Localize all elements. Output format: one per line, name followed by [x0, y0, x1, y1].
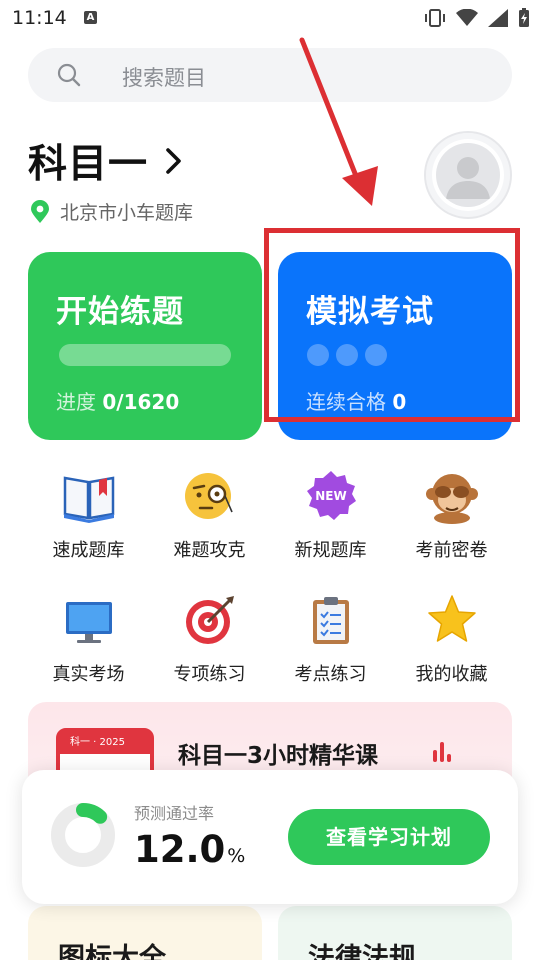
- grid-label: 速成题库: [52, 540, 125, 561]
- pass-rate-unit: %: [227, 845, 246, 867]
- pass-rate-donut: [51, 803, 115, 867]
- search-icon: [57, 63, 81, 87]
- progress-label: 进度: [56, 390, 96, 414]
- clipboard-icon: [312, 597, 349, 644]
- streak-dot: [307, 344, 329, 366]
- progress-value: 0/1620: [102, 390, 180, 414]
- practice-progress-bar: [59, 344, 231, 366]
- icons-library-tile[interactable]: 图标大全: [28, 906, 262, 960]
- grid-label: 考点练习: [294, 664, 367, 685]
- streak-dots: [307, 344, 387, 366]
- grid-label: 新规题库: [294, 540, 367, 561]
- grid-item-new-rules[interactable]: NEW 新规题库: [270, 468, 391, 568]
- status-bar: 11:14 A: [0, 0, 540, 36]
- grid-item-my-favorites[interactable]: 我的收藏: [391, 592, 512, 692]
- avatar[interactable]: [424, 131, 512, 219]
- chevron-right-icon: [166, 148, 181, 174]
- feature-grid: 速成题库 难题攻克 NEW 新规题库 考前密卷 真实考场 专项练习 考点练习 我…: [28, 468, 512, 692]
- bar-chart-icon: [433, 742, 451, 762]
- search-input[interactable]: 搜索题目: [28, 48, 512, 102]
- monitor-icon: [65, 602, 112, 643]
- course-title: 科目一3小时精华课: [178, 743, 379, 769]
- grid-item-hard-questions[interactable]: 难题攻克: [149, 468, 270, 568]
- location-label: 北京市小车题库: [60, 202, 194, 224]
- status-icons: [424, 7, 530, 29]
- view-study-plan-button[interactable]: 查看学习计划: [288, 809, 490, 865]
- grid-item-special-practice[interactable]: 专项练习: [149, 592, 270, 692]
- streak-dot: [365, 344, 387, 366]
- mock-exam-title: 模拟考试: [306, 294, 434, 330]
- wifi-icon: [456, 9, 478, 26]
- pass-rate-value: 12.0 %: [134, 828, 245, 871]
- pass-rate-number: 12.0: [134, 828, 226, 871]
- new-badge-icon: NEW: [306, 471, 356, 520]
- grid-label: 我的收藏: [415, 664, 488, 685]
- star-icon: [427, 595, 476, 642]
- streak-text: 连续合格 0: [306, 386, 406, 415]
- laws-regulations-tile[interactable]: 法律法规: [278, 906, 512, 960]
- icons-library-label: 图标大全: [58, 943, 166, 960]
- notification-badge: A: [84, 11, 97, 24]
- grid-label: 专项练习: [173, 664, 246, 685]
- pass-rate-label: 预测通过率: [134, 804, 215, 823]
- laws-regulations-label: 法律法规: [308, 943, 416, 960]
- grid-item-key-points[interactable]: 考点练习: [270, 592, 391, 692]
- svg-text:NEW: NEW: [315, 489, 346, 503]
- grid-item-real-exam-room[interactable]: 真实考场: [28, 592, 149, 692]
- grid-item-quick-bank[interactable]: 速成题库: [28, 468, 149, 568]
- monocle-face-icon: [184, 473, 233, 519]
- subject-selector[interactable]: 科目一: [28, 136, 184, 187]
- start-practice-title: 开始练题: [56, 294, 184, 330]
- search-placeholder: 搜索题目: [122, 66, 206, 90]
- mock-exam-card[interactable]: 模拟考试 连续合格 0: [278, 252, 512, 440]
- open-book-icon: [63, 476, 114, 523]
- subject-title: 科目一: [28, 142, 149, 187]
- streak-label: 连续合格: [306, 390, 386, 414]
- pass-rate-card: 预测通过率 12.0 % 查看学习计划: [22, 770, 518, 904]
- grid-label: 真实考场: [52, 664, 125, 685]
- signal-icon: [488, 9, 508, 27]
- status-time: 11:14: [12, 7, 67, 29]
- location-pin-icon: [31, 199, 49, 223]
- avatar-placeholder-icon: [436, 143, 500, 207]
- target-icon: [185, 596, 234, 644]
- course-book-label: 科一 · 2025: [60, 732, 150, 754]
- streak-value: 0: [392, 390, 407, 414]
- grid-label: 难题攻克: [173, 540, 246, 561]
- grid-label: 考前密卷: [415, 540, 488, 561]
- grid-item-final-papers[interactable]: 考前密卷: [391, 468, 512, 568]
- battery-charging-icon: [519, 8, 529, 27]
- location-selector[interactable]: 北京市小车题库: [30, 198, 193, 225]
- vibrate-icon: [425, 9, 445, 27]
- start-practice-card[interactable]: 开始练题 进度 0/1620: [28, 252, 262, 440]
- practice-progress-text: 进度 0/1620: [56, 386, 179, 415]
- streak-dot: [336, 344, 358, 366]
- see-no-evil-monkey-icon: [425, 474, 478, 524]
